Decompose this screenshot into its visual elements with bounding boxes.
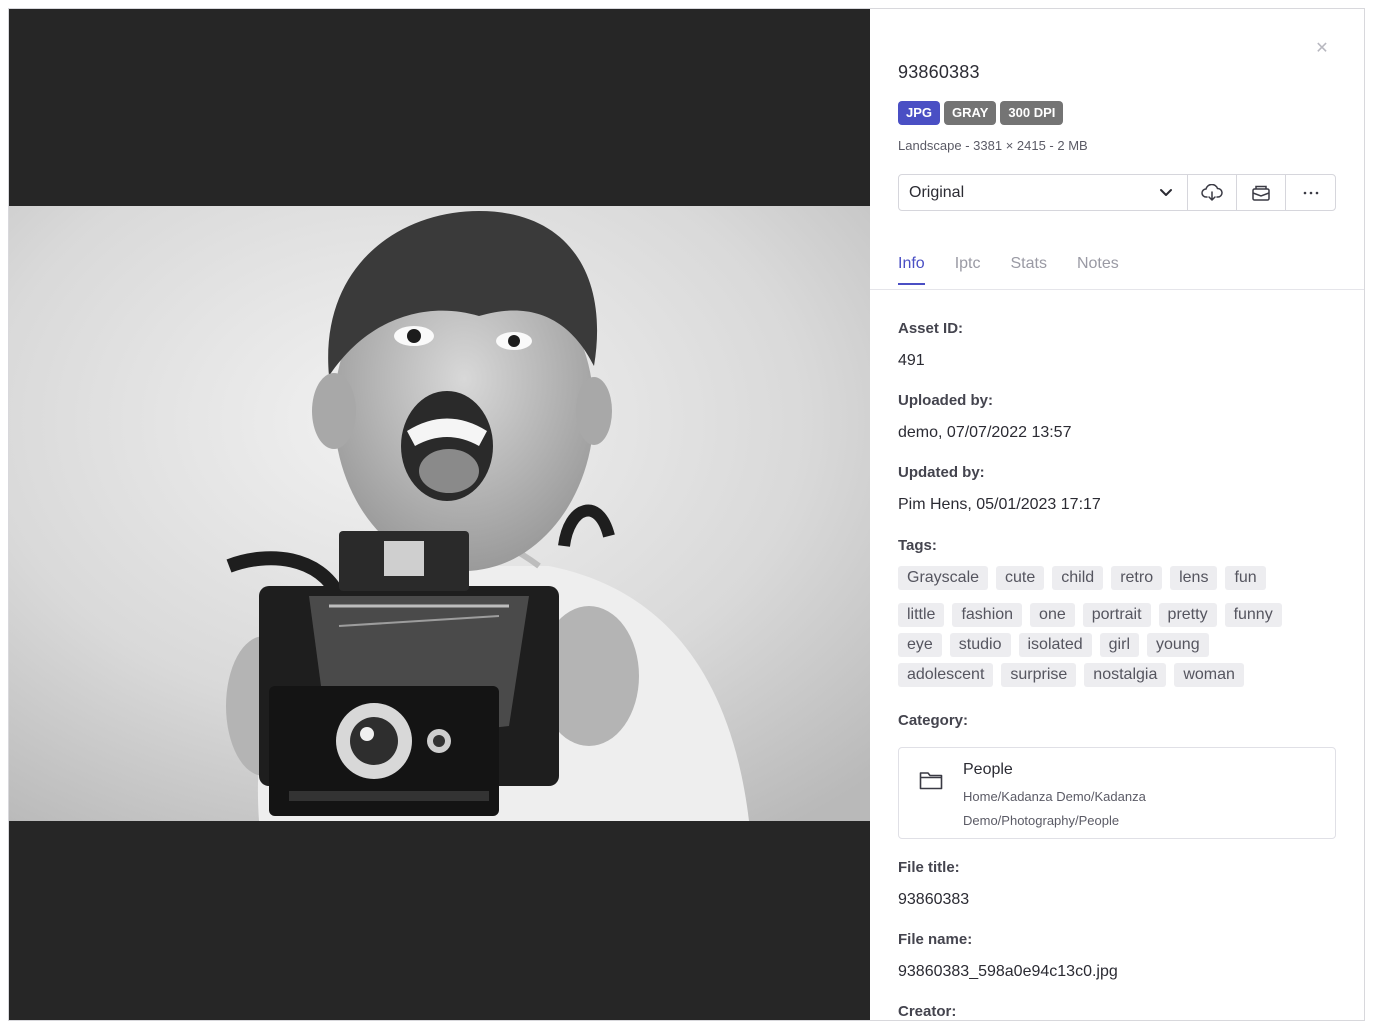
tag-chip[interactable]: portrait bbox=[1082, 603, 1151, 627]
detail-tabs: Info Iptc Stats Notes bbox=[898, 255, 1119, 285]
tags-label: Tags: bbox=[898, 537, 937, 554]
tag-chip[interactable]: child bbox=[1052, 566, 1104, 590]
asset-id-value: 491 bbox=[898, 352, 925, 369]
tag-chip[interactable]: studio bbox=[949, 633, 1011, 657]
tab-stats[interactable]: Stats bbox=[1010, 255, 1046, 283]
tag-row-3: eye studio isolated girl young bbox=[898, 633, 1318, 657]
file-title-value: 93860383 bbox=[898, 891, 970, 908]
tag-chip[interactable]: one bbox=[1030, 603, 1075, 627]
colorspace-badge: GRAY bbox=[944, 101, 997, 125]
asset-title: 93860383 bbox=[898, 62, 980, 82]
category-path: Home/Kadanza Demo/Kadanza Demo/Photograp… bbox=[963, 789, 1146, 828]
more-button[interactable] bbox=[1286, 175, 1335, 210]
dpi-badge: 300 DPI bbox=[1000, 101, 1064, 125]
tag-chip[interactable]: eye bbox=[898, 633, 942, 657]
folder-icon bbox=[919, 772, 943, 790]
tag-chip[interactable]: fun bbox=[1225, 566, 1266, 590]
uploaded-by-label: Uploaded by: bbox=[898, 392, 994, 409]
tag-chip[interactable]: retro bbox=[1111, 566, 1163, 590]
category-name: People bbox=[963, 761, 1013, 778]
tag-chip[interactable]: pretty bbox=[1158, 603, 1217, 627]
tab-notes[interactable]: Notes bbox=[1077, 255, 1119, 283]
tag-chip[interactable]: little bbox=[898, 603, 945, 627]
tag-chip[interactable]: young bbox=[1147, 633, 1209, 657]
mail-box-icon bbox=[1252, 185, 1270, 201]
version-select[interactable]: Original bbox=[899, 175, 1188, 210]
tag-chip[interactable]: girl bbox=[1099, 633, 1139, 657]
file-name-label: File name: bbox=[898, 931, 973, 948]
tag-chip[interactable]: isolated bbox=[1018, 633, 1092, 657]
cloud-download-icon bbox=[1201, 183, 1223, 201]
asset-preview-image[interactable] bbox=[9, 206, 870, 821]
file-name-value: 93860383_598a0e94c13c0.jpg bbox=[898, 963, 1118, 980]
tag-chip[interactable]: funny bbox=[1224, 603, 1282, 627]
asset-detail-window: ✕ 93860383 JPG GRAY 300 DPI Landscape - … bbox=[9, 9, 1364, 1020]
updated-by-label: Updated by: bbox=[898, 464, 985, 481]
uploaded-by-value: demo, 07/07/2022 13:57 bbox=[898, 424, 1072, 441]
more-icon bbox=[1303, 191, 1318, 194]
version-select-value: Original bbox=[909, 183, 965, 201]
tag-row-1: Grayscale cute child retro lens fun bbox=[898, 566, 1318, 590]
image-viewer bbox=[9, 9, 870, 1020]
share-button[interactable] bbox=[1237, 175, 1286, 210]
asset-id-label: Asset ID: bbox=[898, 320, 964, 337]
asset-toolbar: Original bbox=[898, 174, 1336, 211]
category-card[interactable]: People Home/Kadanza Demo/Kadanza Demo/Ph… bbox=[898, 747, 1336, 839]
creator-label: Creator: bbox=[898, 1003, 957, 1020]
asset-dimensions: Landscape - 3381 × 2415 - 2 MB bbox=[898, 138, 1088, 153]
tag-row-4: adolescent surprise nostalgia woman bbox=[898, 663, 1318, 687]
tag-chip[interactable]: woman bbox=[1174, 663, 1244, 687]
download-button[interactable] bbox=[1188, 175, 1237, 210]
format-badge: JPG bbox=[898, 101, 941, 125]
tabs-divider bbox=[870, 289, 1364, 290]
tag-chip[interactable]: surprise bbox=[1001, 663, 1077, 687]
tag-chip[interactable]: adolescent bbox=[898, 663, 994, 687]
tag-chip[interactable]: nostalgia bbox=[1084, 663, 1167, 687]
tag-chip[interactable]: fashion bbox=[952, 603, 1023, 627]
updated-by-value: Pim Hens, 05/01/2023 17:17 bbox=[898, 496, 1101, 513]
tag-chip[interactable]: cute bbox=[996, 566, 1045, 590]
file-title-label: File title: bbox=[898, 859, 960, 876]
tab-info[interactable]: Info bbox=[898, 255, 925, 285]
tag-chip[interactable]: Grayscale bbox=[898, 566, 989, 590]
format-badges: JPG GRAY 300 DPI bbox=[898, 101, 1064, 125]
close-icon[interactable]: ✕ bbox=[1314, 41, 1330, 57]
tab-iptc[interactable]: Iptc bbox=[955, 255, 981, 283]
asset-info-panel: ✕ 93860383 JPG GRAY 300 DPI Landscape - … bbox=[870, 9, 1364, 1020]
tag-chip[interactable]: lens bbox=[1170, 566, 1218, 590]
chevron-down-icon bbox=[1160, 188, 1172, 196]
category-label: Category: bbox=[898, 712, 969, 729]
tag-row-2: little fashion one portrait pretty funny bbox=[898, 603, 1318, 627]
